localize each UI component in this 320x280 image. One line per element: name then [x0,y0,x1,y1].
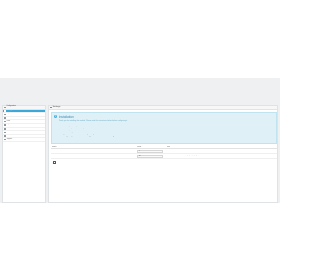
save-icon [52,161,56,164]
info-heading: i Installation [54,114,274,119]
database-icon [4,131,6,134]
main-panel: Settings i Installation Thank you for in… [48,105,278,203]
table-row: Number of items 10 Maximum number of ite… [51,154,277,160]
sidebar-nav: Configuration Settings Options Content F… [2,105,46,203]
instruction-note: Note: changes may take a few minutes to … [58,135,121,137]
setting-value-cell: 10 [136,154,166,158]
setting-info: Set to 1 to enable the module on the fro… [167,150,199,152]
panel-header: Settings [49,106,277,110]
sidebar-item-label: Content [6,117,13,119]
sidebar-item-label: Settings [6,109,13,111]
info-title: Installation [58,114,74,119]
gear-icon [50,106,52,109]
setting-info: Maximum number of items displayed per pa… [167,155,199,157]
setting-name: Number of items [52,155,64,157]
sidebar-item-label: Advanced [6,135,14,137]
sidebar-item-label: Options [6,113,13,115]
setting-value-cell: 1 [136,149,166,153]
setting-value-field[interactable]: 1 [137,149,163,153]
sidebar-item-support[interactable]: Support [3,138,45,142]
panel-title: Settings [52,105,61,108]
column-header-name: Name [52,146,57,149]
sidebar-item-label: Cache [6,131,12,133]
save-label: Save [52,163,56,165]
sidebar-item-label: Modules [6,127,13,129]
info-icon: i [54,114,58,118]
menu-icon [4,106,6,109]
puzzle-icon [4,128,6,130]
sidebar-title: Configuration [6,106,16,108]
document-icon [4,117,6,119]
layout-icon [4,124,6,127]
save-button[interactable]: Save [52,161,57,166]
info-subtitle: Thank you for installing this module. Pl… [58,119,128,122]
sidebar-item-label: Filter [6,120,11,122]
wrench-icon [4,135,6,137]
list-icon [4,113,6,116]
sidebar-item-label: Layout [6,124,12,126]
setting-value-field[interactable]: 10 [137,154,163,158]
sidebar-item-label: Support [6,138,13,140]
gear-icon [4,110,6,112]
filter-icon [4,120,6,123]
settings-table: Name Value Info Enable module 1 Set to 1… [51,146,277,160]
column-header-value: Value [137,146,142,149]
help-icon [4,138,6,141]
info-instructions: Follow these steps to complete the insta… [59,126,274,137]
column-header-info: Info [167,146,170,149]
setting-name: Enable module [52,150,63,152]
info-alert: i Installation Thank you for installing … [51,112,277,144]
admin-screen: Configuration Settings Options Content F… [0,78,280,203]
